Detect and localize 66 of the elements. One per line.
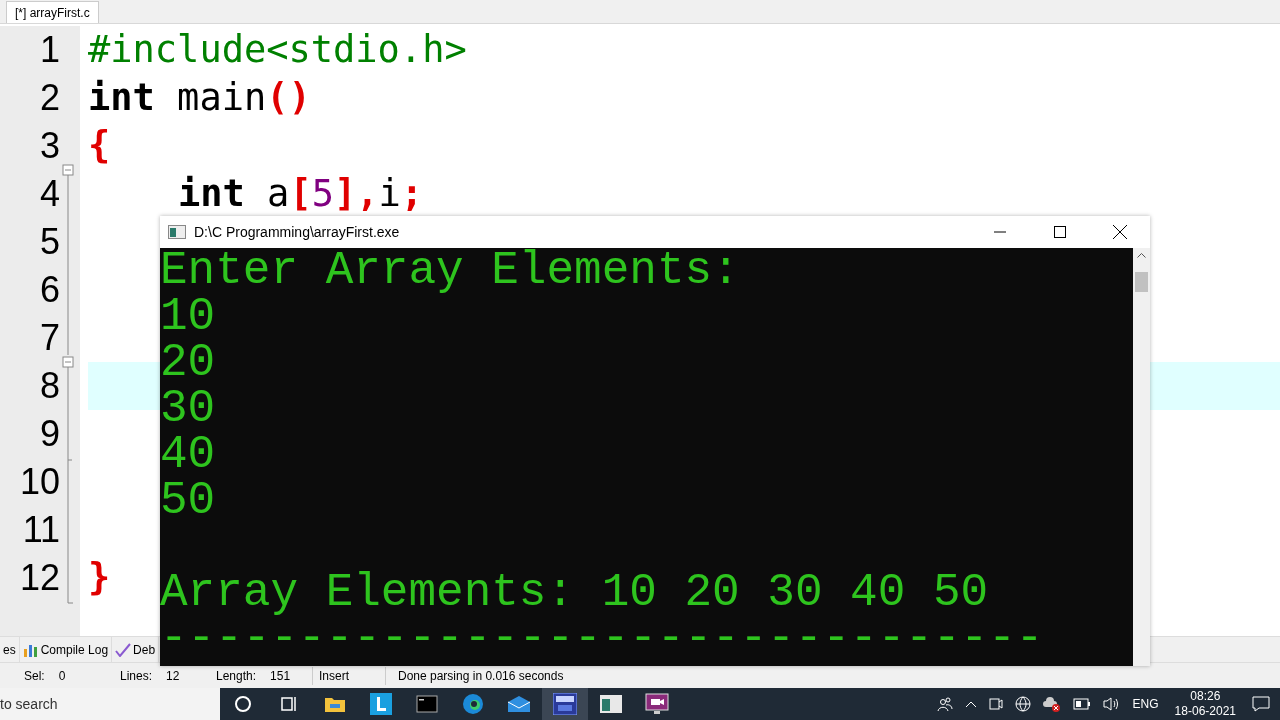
close-icon [1113,225,1127,239]
line-number: 2 [39,76,60,120]
battery-icon [1072,698,1091,710]
mail-icon [507,695,531,713]
code-line: { [88,123,111,169]
line-number: 4 [39,172,60,216]
code-line: #include<stdio.h> [88,27,467,73]
clock-time: 08:26 [1190,689,1221,704]
console-line: Enter Array Elements: [160,248,741,294]
browser-icon [462,693,484,715]
line-number: 10 [19,460,60,504]
status-value: Insert [319,667,349,685]
line-number: 8 [39,364,60,408]
console-line: Array Elements: 10 20 30 40 50 [160,570,990,616]
chevron-up-icon[interactable] [964,700,977,708]
line-number: 11 [22,508,60,552]
line-number: 3 [39,124,60,168]
status-label: Sel: [24,667,45,685]
line-number: 7 [39,316,60,360]
bar-chart-icon [22,642,39,657]
taskbar-app[interactable] [542,688,588,720]
window-icon [600,695,622,713]
circle-icon [234,695,252,713]
line-number: 6 [39,268,60,312]
cloud-error-icon [1042,696,1061,712]
console-line: 30 [160,386,217,432]
scroll-thumb[interactable] [1135,272,1148,292]
status-value: 151 [270,667,291,685]
people-icon [936,696,953,712]
window-title: D:\C Programming\arrayFirst.exe [194,222,400,242]
camera-icon [988,696,1003,712]
status-label: Lines: [120,667,153,685]
task-view-icon [280,695,298,713]
console-line: -------------------------------- [160,616,1045,662]
minimize-icon [994,231,1006,233]
line-number: 12 [19,556,60,600]
speaker-icon [1102,696,1121,712]
code-line: int main() [88,75,311,121]
folder-icon [324,695,346,713]
console-line: 20 [160,340,217,386]
code-line: } [88,555,111,601]
status-value: 0 [58,667,66,685]
maximize-icon [1054,226,1066,238]
camera-icon [645,693,669,715]
scrollbar[interactable] [1133,248,1150,666]
search-field[interactable]: to search [0,688,220,720]
line-number: 9 [39,412,60,456]
console-app-icon [168,225,186,239]
notification-icon[interactable] [1252,696,1270,712]
line-number: 1 [39,28,60,72]
status-value: Done parsing in 0.016 seconds [398,667,564,685]
globe-icon [1014,696,1031,712]
letter-tile-icon [370,693,392,715]
console-line: 10 [160,294,217,340]
file-tab[interactable]: [*] arrayFirst.c [6,1,99,23]
terminal-icon [416,695,438,713]
checkmark-icon [115,642,132,657]
scroll-up-icon[interactable] [1137,252,1146,258]
console-line: 40 [160,432,217,478]
language-indicator[interactable]: ENG [1132,695,1159,713]
status-value: 12 [166,667,180,685]
status-label: Length: [216,667,257,685]
clock-date: 18-06-2021 [1174,704,1236,719]
console-line: 50 [160,478,217,524]
line-number: 5 [39,220,60,264]
code-line: int a[5],i; [178,171,424,217]
